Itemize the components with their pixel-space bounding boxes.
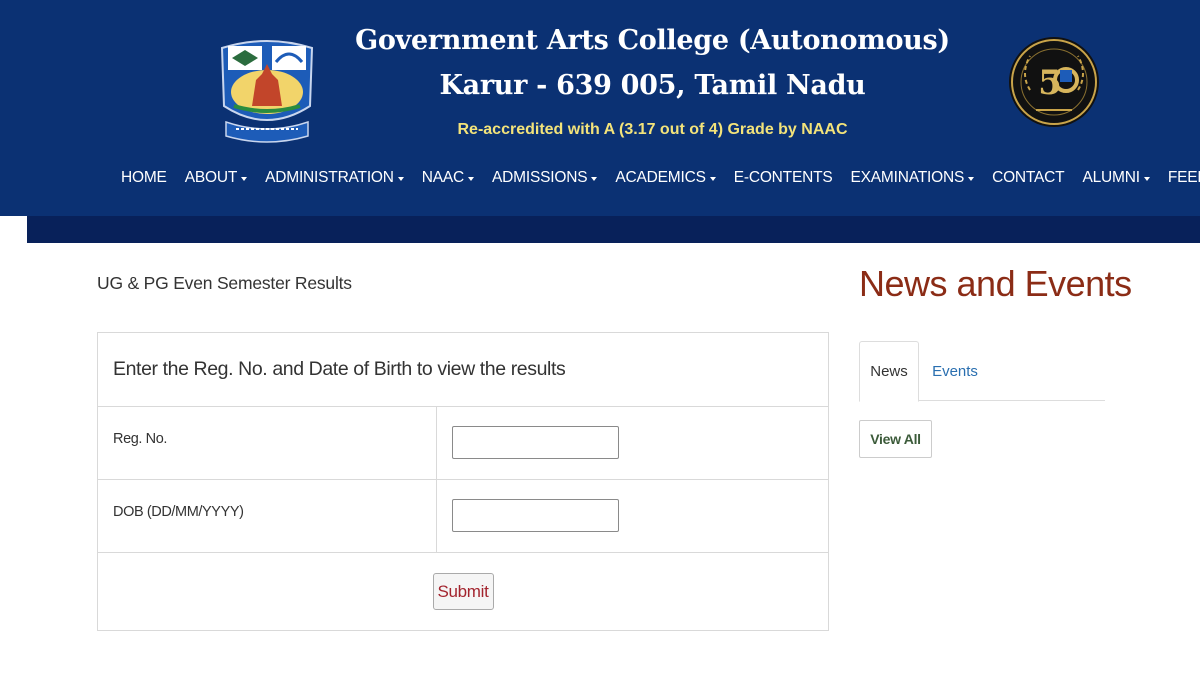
nav-alumni[interactable]: ALUMNI: [1073, 169, 1158, 187]
nav-e-contents[interactable]: E-CONTENTS: [725, 169, 842, 187]
nav-e-contents-label: E-CONTENTS: [733, 169, 833, 186]
nav-about[interactable]: ABOUT: [176, 169, 256, 187]
nav-administration-label: ADMINISTRATION: [265, 169, 394, 186]
caret-down-icon: [397, 176, 404, 181]
nav-home[interactable]: HOME: [112, 169, 176, 187]
nav-about-label: ABOUT: [184, 169, 238, 186]
nav-naac[interactable]: NAAC: [413, 169, 483, 187]
nav-academics[interactable]: ACADEMICS: [606, 169, 724, 187]
dob-label: DOB (DD/MM/YYYY): [98, 480, 437, 552]
tab-events[interactable]: Events: [919, 341, 991, 401]
form-instruction: Enter the Reg. No. and Date of Birth to …: [98, 333, 828, 407]
nav-feedback[interactable]: FEEDBACK: [1159, 169, 1200, 187]
dob-row: DOB (DD/MM/YYYY): [98, 480, 828, 553]
reg-no-cell: [437, 407, 828, 479]
results-form: Enter the Reg. No. and Date of Birth to …: [97, 332, 829, 631]
caret-down-icon: [241, 176, 248, 181]
dob-cell: [437, 480, 828, 552]
site-header: Government Arts College (Autonomous) Kar…: [0, 0, 1200, 216]
nav-examinations-label: EXAMINATIONS: [850, 169, 965, 186]
header-bottom-bar: [27, 216, 1200, 243]
reg-no-input[interactable]: [452, 426, 619, 459]
view-all-button[interactable]: View All: [859, 420, 932, 458]
submit-button[interactable]: Submit: [432, 573, 494, 610]
reg-no-row: Reg. No.: [98, 407, 828, 480]
nav-contact-label: CONTACT: [992, 169, 1065, 186]
submit-row: Submit: [98, 553, 828, 630]
reg-no-label: Reg. No.: [98, 407, 437, 479]
caret-down-icon: [1143, 176, 1150, 181]
golden-jubilee-emblem-icon: 5: [1009, 37, 1099, 127]
news-events-heading: News and Events: [859, 263, 1132, 304]
news-events-tabs: News Events: [859, 341, 1105, 402]
nav-feedback-label: FEEDBACK: [1167, 169, 1200, 186]
nav-naac-label: NAAC: [421, 169, 465, 186]
page-title: UG & PG Even Semester Results: [97, 273, 352, 293]
nav-academics-label: ACADEMICS: [615, 169, 706, 186]
nav-contact[interactable]: CONTACT: [983, 169, 1073, 187]
nav-administration[interactable]: ADMINISTRATION: [256, 169, 413, 187]
nav-home-label: HOME: [121, 169, 167, 186]
nav-alumni-label: ALUMNI: [1082, 169, 1140, 186]
caret-down-icon: [709, 176, 716, 181]
nav-admissions[interactable]: ADMISSIONS: [483, 169, 606, 187]
caret-down-icon: [968, 176, 975, 181]
dob-input[interactable]: [452, 499, 619, 532]
nav-admissions-label: ADMISSIONS: [492, 169, 588, 186]
caret-down-icon: [591, 176, 598, 181]
main-nav: HOME ABOUT ADMINISTRATION NAAC ADMISSION…: [112, 166, 1200, 190]
tab-news[interactable]: News: [859, 341, 919, 402]
svg-text:5: 5: [1038, 63, 1062, 103]
caret-down-icon: [468, 176, 475, 181]
nav-examinations[interactable]: EXAMINATIONS: [842, 169, 984, 187]
